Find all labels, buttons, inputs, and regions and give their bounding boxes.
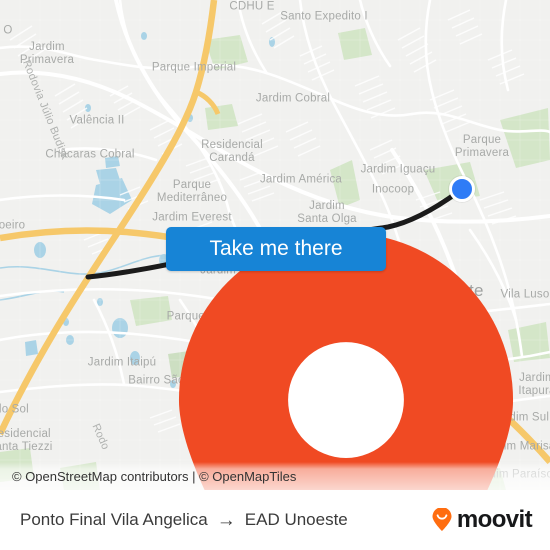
route-destination-label: EAD Unoeste — [244, 510, 348, 529]
trip-footer-bar: Ponto Final Vila Angelica → EAD Unoeste … — [0, 490, 550, 550]
route-summary: Ponto Final Vila Angelica → EAD Unoeste — [20, 510, 348, 530]
moovit-pin-icon — [432, 508, 452, 531]
destination-dot-marker[interactable] — [449, 176, 475, 202]
moovit-brand-logo[interactable]: moovit — [430, 506, 533, 534]
moovit-trip-map-screen: O CDHU E Santo Expedito I Jardim Primavera P… — [0, 0, 550, 550]
moovit-wordmark: moovit — [456, 506, 533, 533]
map-attribution[interactable]: © OpenStreetMap contributors | © OpenMap… — [0, 462, 550, 490]
route-origin-label: Ponto Final Vila Angelica — [20, 510, 208, 529]
map-pin-icon — [178, 233, 514, 490]
origin-pin-marker[interactable] — [71, 233, 514, 490]
arrow-right-icon: → — [216, 509, 236, 531]
take-me-there-button[interactable]: Take me there — [166, 227, 386, 271]
map-canvas[interactable]: O CDHU E Santo Expedito I Jardim Primavera P… — [0, 0, 550, 490]
